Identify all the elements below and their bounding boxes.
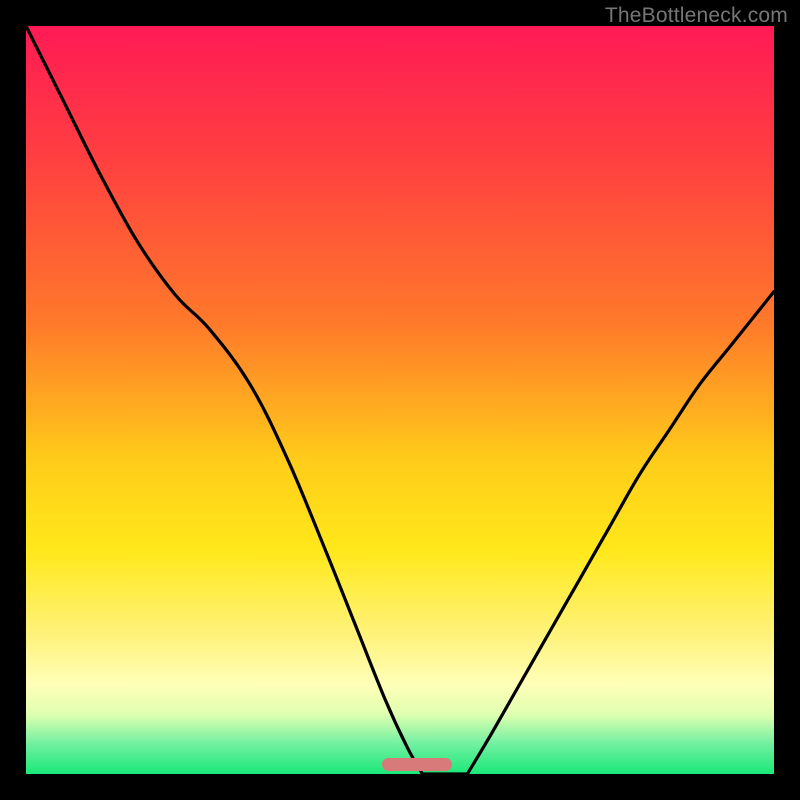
plot-area [26, 26, 774, 774]
bottleneck-curve [26, 26, 774, 774]
chart-frame: TheBottleneck.com [0, 0, 800, 800]
optimal-range-marker [382, 758, 452, 771]
watermark-text: TheBottleneck.com [605, 4, 788, 28]
